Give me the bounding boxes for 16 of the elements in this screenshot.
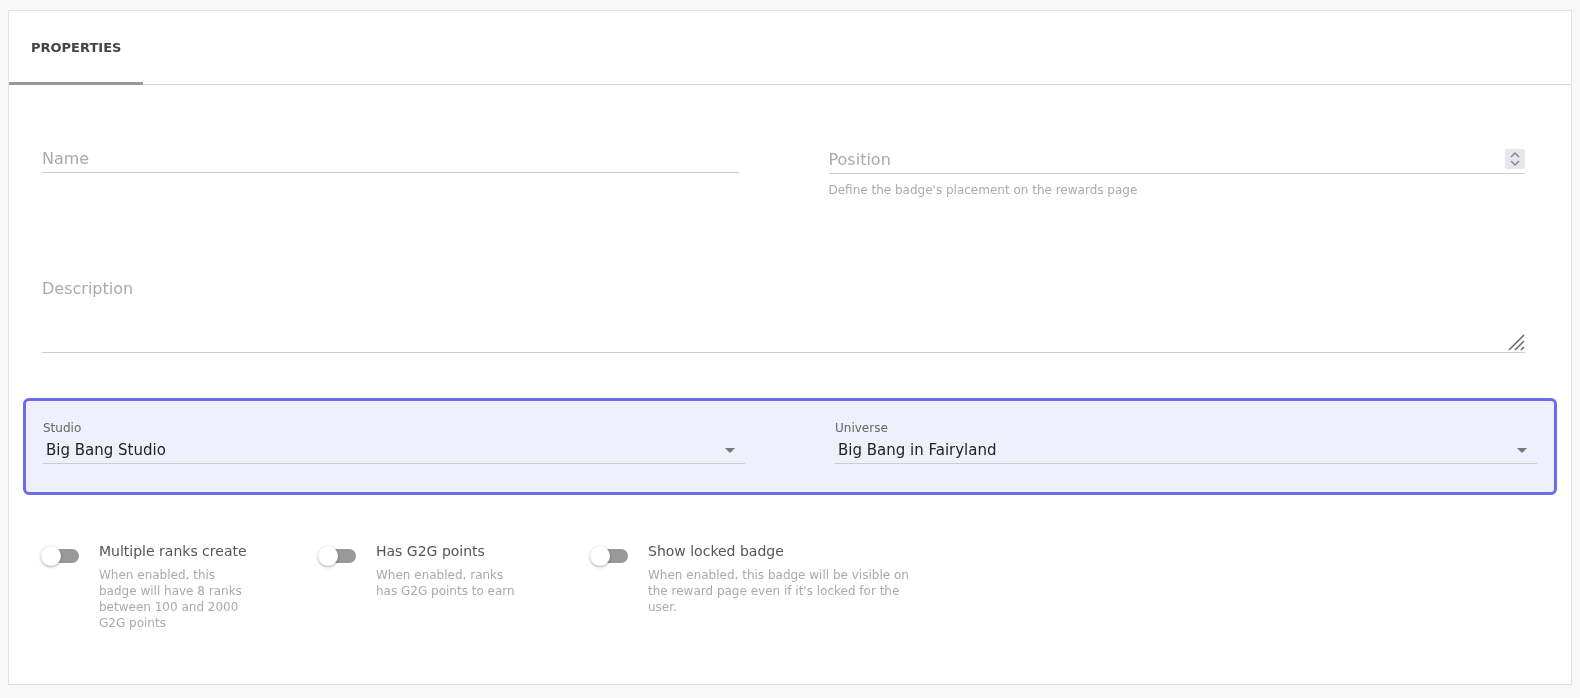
help-text: When enabled, ranks has G2G points to earn: [376, 567, 516, 599]
select-field[interactable]: Big Bang Studio: [43, 437, 745, 464]
help-text: Define the badge's placement on the rewards page: [828, 183, 1139, 197]
toggle-label: Multiple ranks create: [99, 543, 248, 559]
help-text: When enabled, this badge will be visible on the reward page even if it's locked for the user.: [648, 567, 910, 615]
resize-handle-icon[interactable]: [1507, 333, 1525, 351]
help-text: When enabled, this badge will have 8 ranks between 100 and 2000 G2G points: [99, 567, 243, 631]
caret-icon: [1517, 447, 1527, 453]
spinner-icon[interactable]: [1505, 149, 1525, 169]
caret-icon: [725, 447, 735, 453]
properties-tab[interactable]: PROPERTIES: [9, 12, 144, 85]
toggle-label: Has G2G points: [376, 543, 486, 559]
field-label: Studio: [43, 421, 83, 435]
field-label: Universe: [835, 421, 889, 435]
toggle-label: Show locked badge: [648, 543, 785, 559]
select-field[interactable]: Big Bang in Fairyland: [835, 437, 1537, 464]
